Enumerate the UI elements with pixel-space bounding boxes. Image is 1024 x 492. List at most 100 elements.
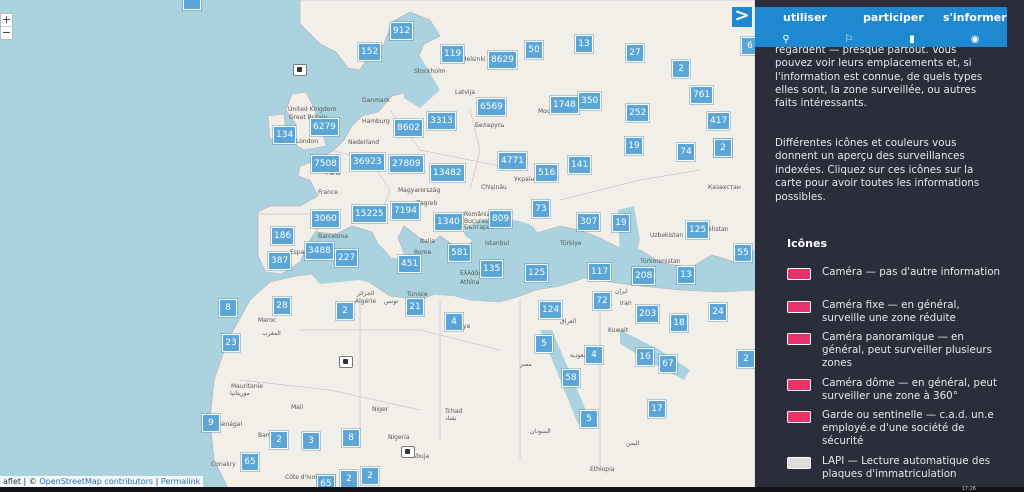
cluster-marker[interactable]: 252	[626, 104, 650, 122]
cluster-marker[interactable]: 203	[636, 305, 660, 323]
cluster-marker[interactable]: 2	[270, 431, 288, 449]
cluster-marker[interactable]: 1340	[434, 213, 463, 231]
cluster-marker[interactable]: 387	[268, 252, 292, 270]
cluster-marker[interactable]: 3313	[427, 112, 456, 130]
cluster-marker[interactable]: 2	[336, 302, 354, 320]
cluster-marker[interactable]: 2	[672, 60, 690, 78]
cluster-marker[interactable]: 208	[632, 267, 656, 285]
cluster-marker[interactable]: 13482	[430, 164, 465, 182]
cluster-marker[interactable]: 417	[707, 112, 731, 130]
cluster-marker[interactable]: 2	[340, 470, 358, 488]
attribution-separator: |	[153, 477, 161, 486]
cluster-marker[interactable]: 912	[390, 22, 414, 40]
cluster-marker[interactable]: 581	[448, 244, 472, 262]
osm-link[interactable]: OpenStreetMap contributors	[39, 477, 153, 486]
cluster-marker[interactable]: 19	[625, 137, 643, 155]
cluster-marker[interactable]: 6279	[310, 118, 339, 136]
leaflet-link[interactable]: aflet	[3, 477, 21, 486]
cluster-marker[interactable]: 50	[525, 41, 543, 59]
cluster-marker[interactable]: 141	[568, 156, 592, 174]
globe-icon[interactable]: ◉	[968, 33, 982, 47]
cluster-marker[interactable]: 65	[241, 453, 259, 471]
cluster-marker[interactable]: 8	[342, 429, 360, 447]
cluster-marker[interactable]: 4771	[498, 152, 527, 170]
cluster-marker[interactable]: 74	[677, 143, 695, 161]
cluster-marker[interactable]: 809	[489, 210, 513, 228]
nav-participer[interactable]: participer	[863, 11, 924, 24]
cluster-marker[interactable]: 6	[741, 37, 755, 55]
cluster-marker[interactable]: 67	[659, 355, 677, 373]
cluster-marker[interactable]: 13	[575, 35, 593, 53]
cluster-marker[interactable]: 3	[302, 432, 320, 450]
attribution-separator: | ©	[21, 477, 40, 486]
cluster-marker[interactable]: 2	[737, 350, 755, 368]
zoom-in-button[interactable]: +	[1, 14, 12, 26]
cluster-marker[interactable]: 16	[636, 348, 654, 366]
cluster-marker[interactable]: 2	[361, 467, 379, 485]
cluster-marker[interactable]: 134	[273, 126, 297, 144]
search-icon[interactable]: ⚲	[779, 33, 793, 47]
cluster-marker[interactable]: 135	[480, 260, 504, 278]
cluster-marker[interactable]: 119	[441, 45, 465, 63]
legend-item-label: Caméra — pas d'autre information	[822, 266, 1001, 278]
map[interactable]: Stockholm Helsinki Danmark Latvija United Ki…	[0, 0, 755, 492]
nav-bar: utiliser participer s'informer	[755, 7, 1007, 33]
camera-pin[interactable]	[293, 64, 307, 76]
cluster-marker[interactable]: 350	[578, 92, 602, 110]
camera-pin[interactable]	[339, 356, 353, 368]
cluster-marker[interactable]: 8	[219, 299, 237, 317]
cluster-marker[interactable]: 1748	[550, 96, 579, 114]
nav-utiliser[interactable]: utiliser	[783, 11, 827, 24]
cluster-marker[interactable]: 307	[577, 213, 601, 231]
cluster-marker[interactable]: 516	[535, 164, 559, 182]
cluster-marker[interactable]: 3488	[305, 242, 334, 260]
permalink-link[interactable]: Permalink	[161, 477, 200, 486]
collapse-panel-button[interactable]: >	[732, 7, 752, 27]
cluster-marker[interactable]: 125	[686, 221, 710, 239]
cluster-marker[interactable]: 13	[677, 266, 695, 284]
cluster-marker[interactable]: 3060	[311, 210, 340, 228]
zoom-out-button[interactable]: −	[1, 26, 12, 39]
cluster-marker[interactable]: 27809	[389, 155, 424, 173]
cluster-marker[interactable]: 4	[585, 346, 603, 364]
map-attribution: aflet | © OpenStreetMap contributors | P…	[0, 476, 204, 487]
cluster-marker[interactable]: 2	[714, 139, 732, 157]
cluster-marker[interactable]: 227	[335, 249, 359, 267]
cluster-marker[interactable]: 6569	[477, 98, 506, 116]
cluster-marker[interactable]: 125	[525, 264, 549, 282]
cluster-marker[interactable]: 117	[588, 263, 612, 281]
camera-pin[interactable]	[401, 446, 415, 458]
nav-sinformer[interactable]: s'informer	[943, 11, 1007, 24]
cluster-marker[interactable]: 761	[690, 86, 714, 104]
cluster-marker[interactable]: 152	[358, 43, 382, 61]
cluster-marker[interactable]: 18	[670, 314, 688, 332]
cluster-marker[interactable]: 8602	[394, 119, 423, 137]
cluster-marker[interactable]: 58	[562, 369, 580, 387]
cluster-marker[interactable]: 451	[398, 255, 422, 273]
cluster-marker[interactable]: 23	[222, 334, 240, 352]
cluster-marker[interactable]: 27	[626, 44, 644, 62]
cluster-marker[interactable]: 7194	[391, 202, 420, 220]
cluster-marker[interactable]: 36923	[350, 153, 385, 171]
cluster-marker[interactable]	[183, 0, 201, 10]
cluster-marker[interactable]: 186	[271, 227, 295, 245]
cluster-marker[interactable]: 28	[273, 297, 291, 315]
cluster-marker[interactable]: 5	[580, 410, 598, 428]
cluster-marker[interactable]: 55	[734, 244, 752, 262]
cluster-marker[interactable]: 73	[532, 200, 550, 218]
cluster-marker[interactable]: 4	[445, 313, 463, 331]
cluster-marker[interactable]: 72	[593, 292, 611, 310]
cluster-marker[interactable]: 24	[709, 303, 727, 321]
cluster-marker[interactable]: 9	[202, 414, 220, 432]
cluster-marker[interactable]: 19	[612, 214, 630, 232]
locate-icon[interactable]: ⚐	[842, 33, 856, 47]
cluster-marker[interactable]: 124	[539, 301, 563, 319]
map-tiles	[0, 0, 755, 492]
cluster-marker[interactable]: 15225	[352, 205, 387, 223]
cluster-marker[interactable]: 17	[648, 400, 666, 418]
cluster-marker[interactable]: 7508	[311, 155, 340, 173]
stats-icon[interactable]: ▮	[905, 33, 919, 47]
cluster-marker[interactable]: 5	[535, 335, 553, 353]
cluster-marker[interactable]: 21	[406, 298, 424, 316]
cluster-marker[interactable]: 8629	[488, 51, 517, 69]
